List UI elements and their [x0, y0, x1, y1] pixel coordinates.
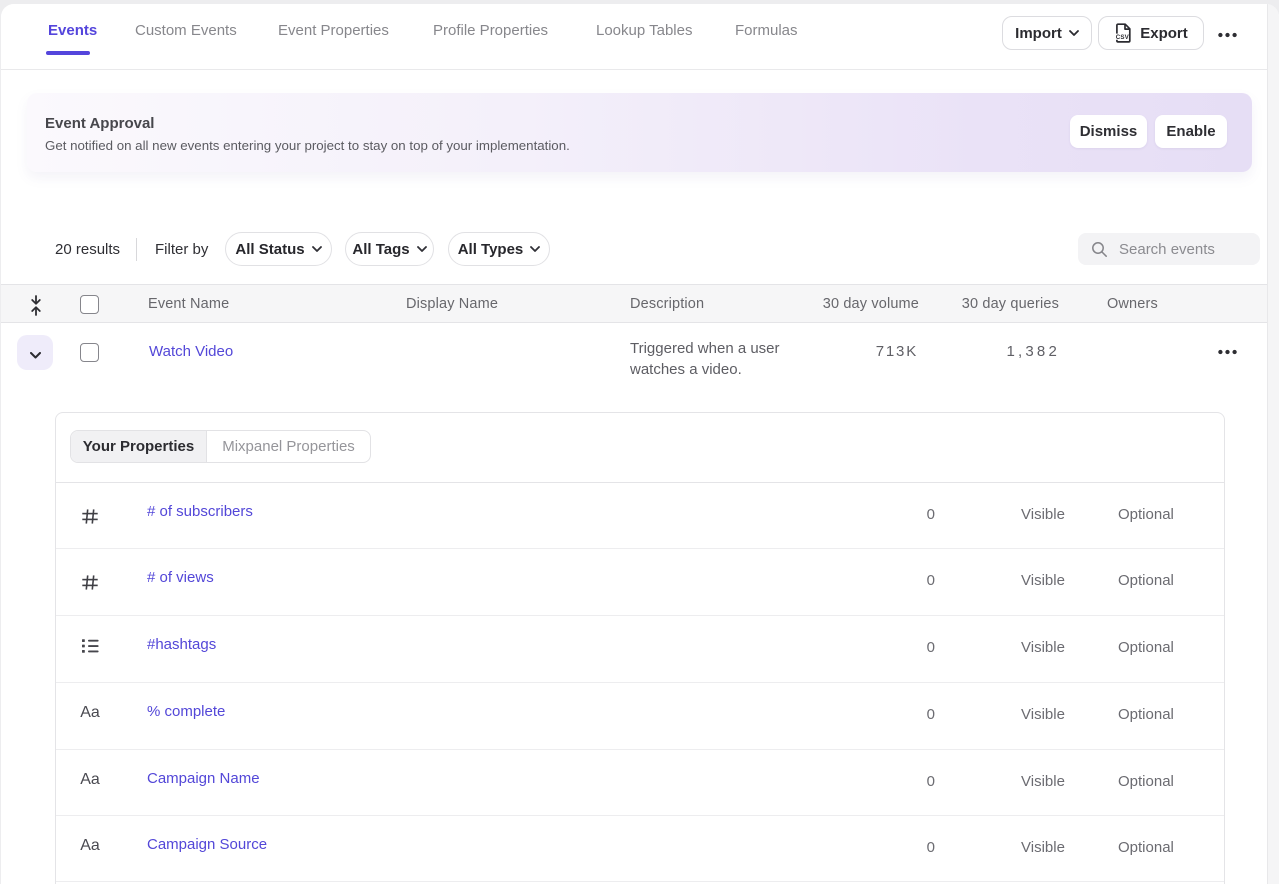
svg-text:CSV: CSV	[1116, 34, 1130, 41]
